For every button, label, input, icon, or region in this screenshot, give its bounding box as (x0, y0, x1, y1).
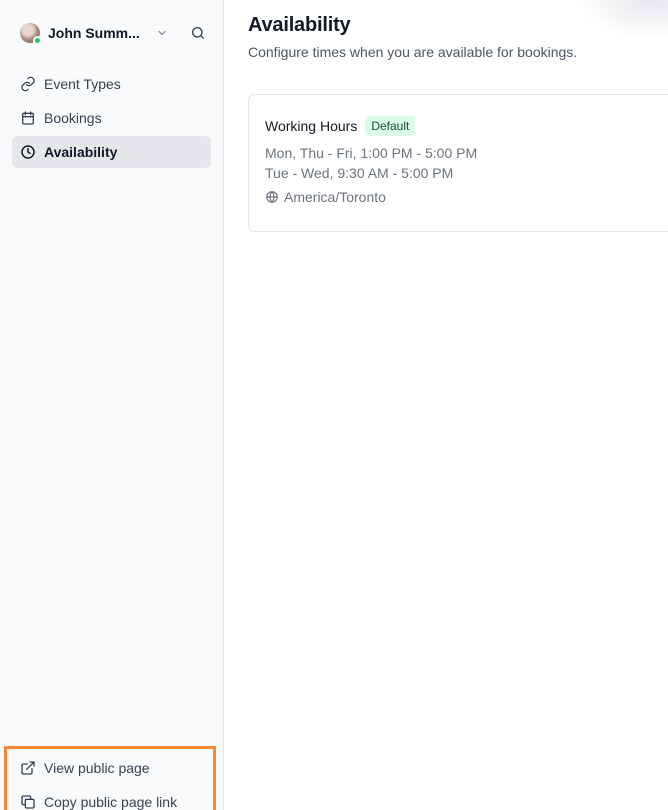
search-icon[interactable] (188, 23, 208, 43)
page-title: Availability (248, 14, 351, 36)
sidebar-item-label: Copy public page link (44, 794, 178, 810)
link-icon (20, 76, 36, 92)
calendar-icon (20, 110, 36, 126)
clock-icon (20, 144, 36, 160)
main-nav: Event Types Bookings Availability (12, 68, 211, 170)
schedule-line: Mon, Thu - Fri, 1:00 PM - 5:00 PM (265, 145, 478, 161)
globe-icon (265, 190, 279, 204)
sidebar-item-event-types[interactable]: Event Types (12, 68, 211, 100)
public-page-links: View public page Copy public page link (4, 746, 216, 810)
page-subtitle: Configure times when you are available f… (248, 44, 578, 60)
user-name: John Summ... (48, 25, 140, 41)
sidebar: John Summ... Event Types Bookings Availa… (0, 0, 224, 810)
sidebar-item-bookings[interactable]: Bookings (12, 102, 211, 134)
sidebar-item-label: Bookings (44, 110, 102, 126)
avatar (20, 23, 42, 45)
view-public-page-link[interactable]: View public page (12, 753, 213, 783)
external-link-icon (20, 760, 36, 776)
copy-public-page-link[interactable]: Copy public page link (12, 787, 213, 810)
chevron-down-icon (156, 27, 168, 39)
sidebar-item-label: Event Types (44, 76, 121, 92)
timezone-label: America/Toronto (284, 189, 386, 205)
sidebar-item-label: View public page (44, 760, 150, 776)
timezone-row: America/Toronto (265, 189, 386, 205)
top-right-shadow (578, 0, 668, 40)
copy-icon (20, 794, 36, 810)
sidebar-item-label: Availability (44, 144, 118, 160)
online-status-dot (33, 36, 42, 45)
schedule-card[interactable]: Working Hours Default Mon, Thu - Fri, 1:… (248, 94, 668, 232)
default-badge: Default (365, 116, 416, 136)
sidebar-item-availability[interactable]: Availability (12, 136, 211, 168)
schedule-line: Tue - Wed, 9:30 AM - 5:00 PM (265, 165, 454, 181)
schedule-name[interactable]: Working Hours (265, 118, 357, 134)
user-dropdown[interactable]: John Summ... (12, 16, 212, 50)
